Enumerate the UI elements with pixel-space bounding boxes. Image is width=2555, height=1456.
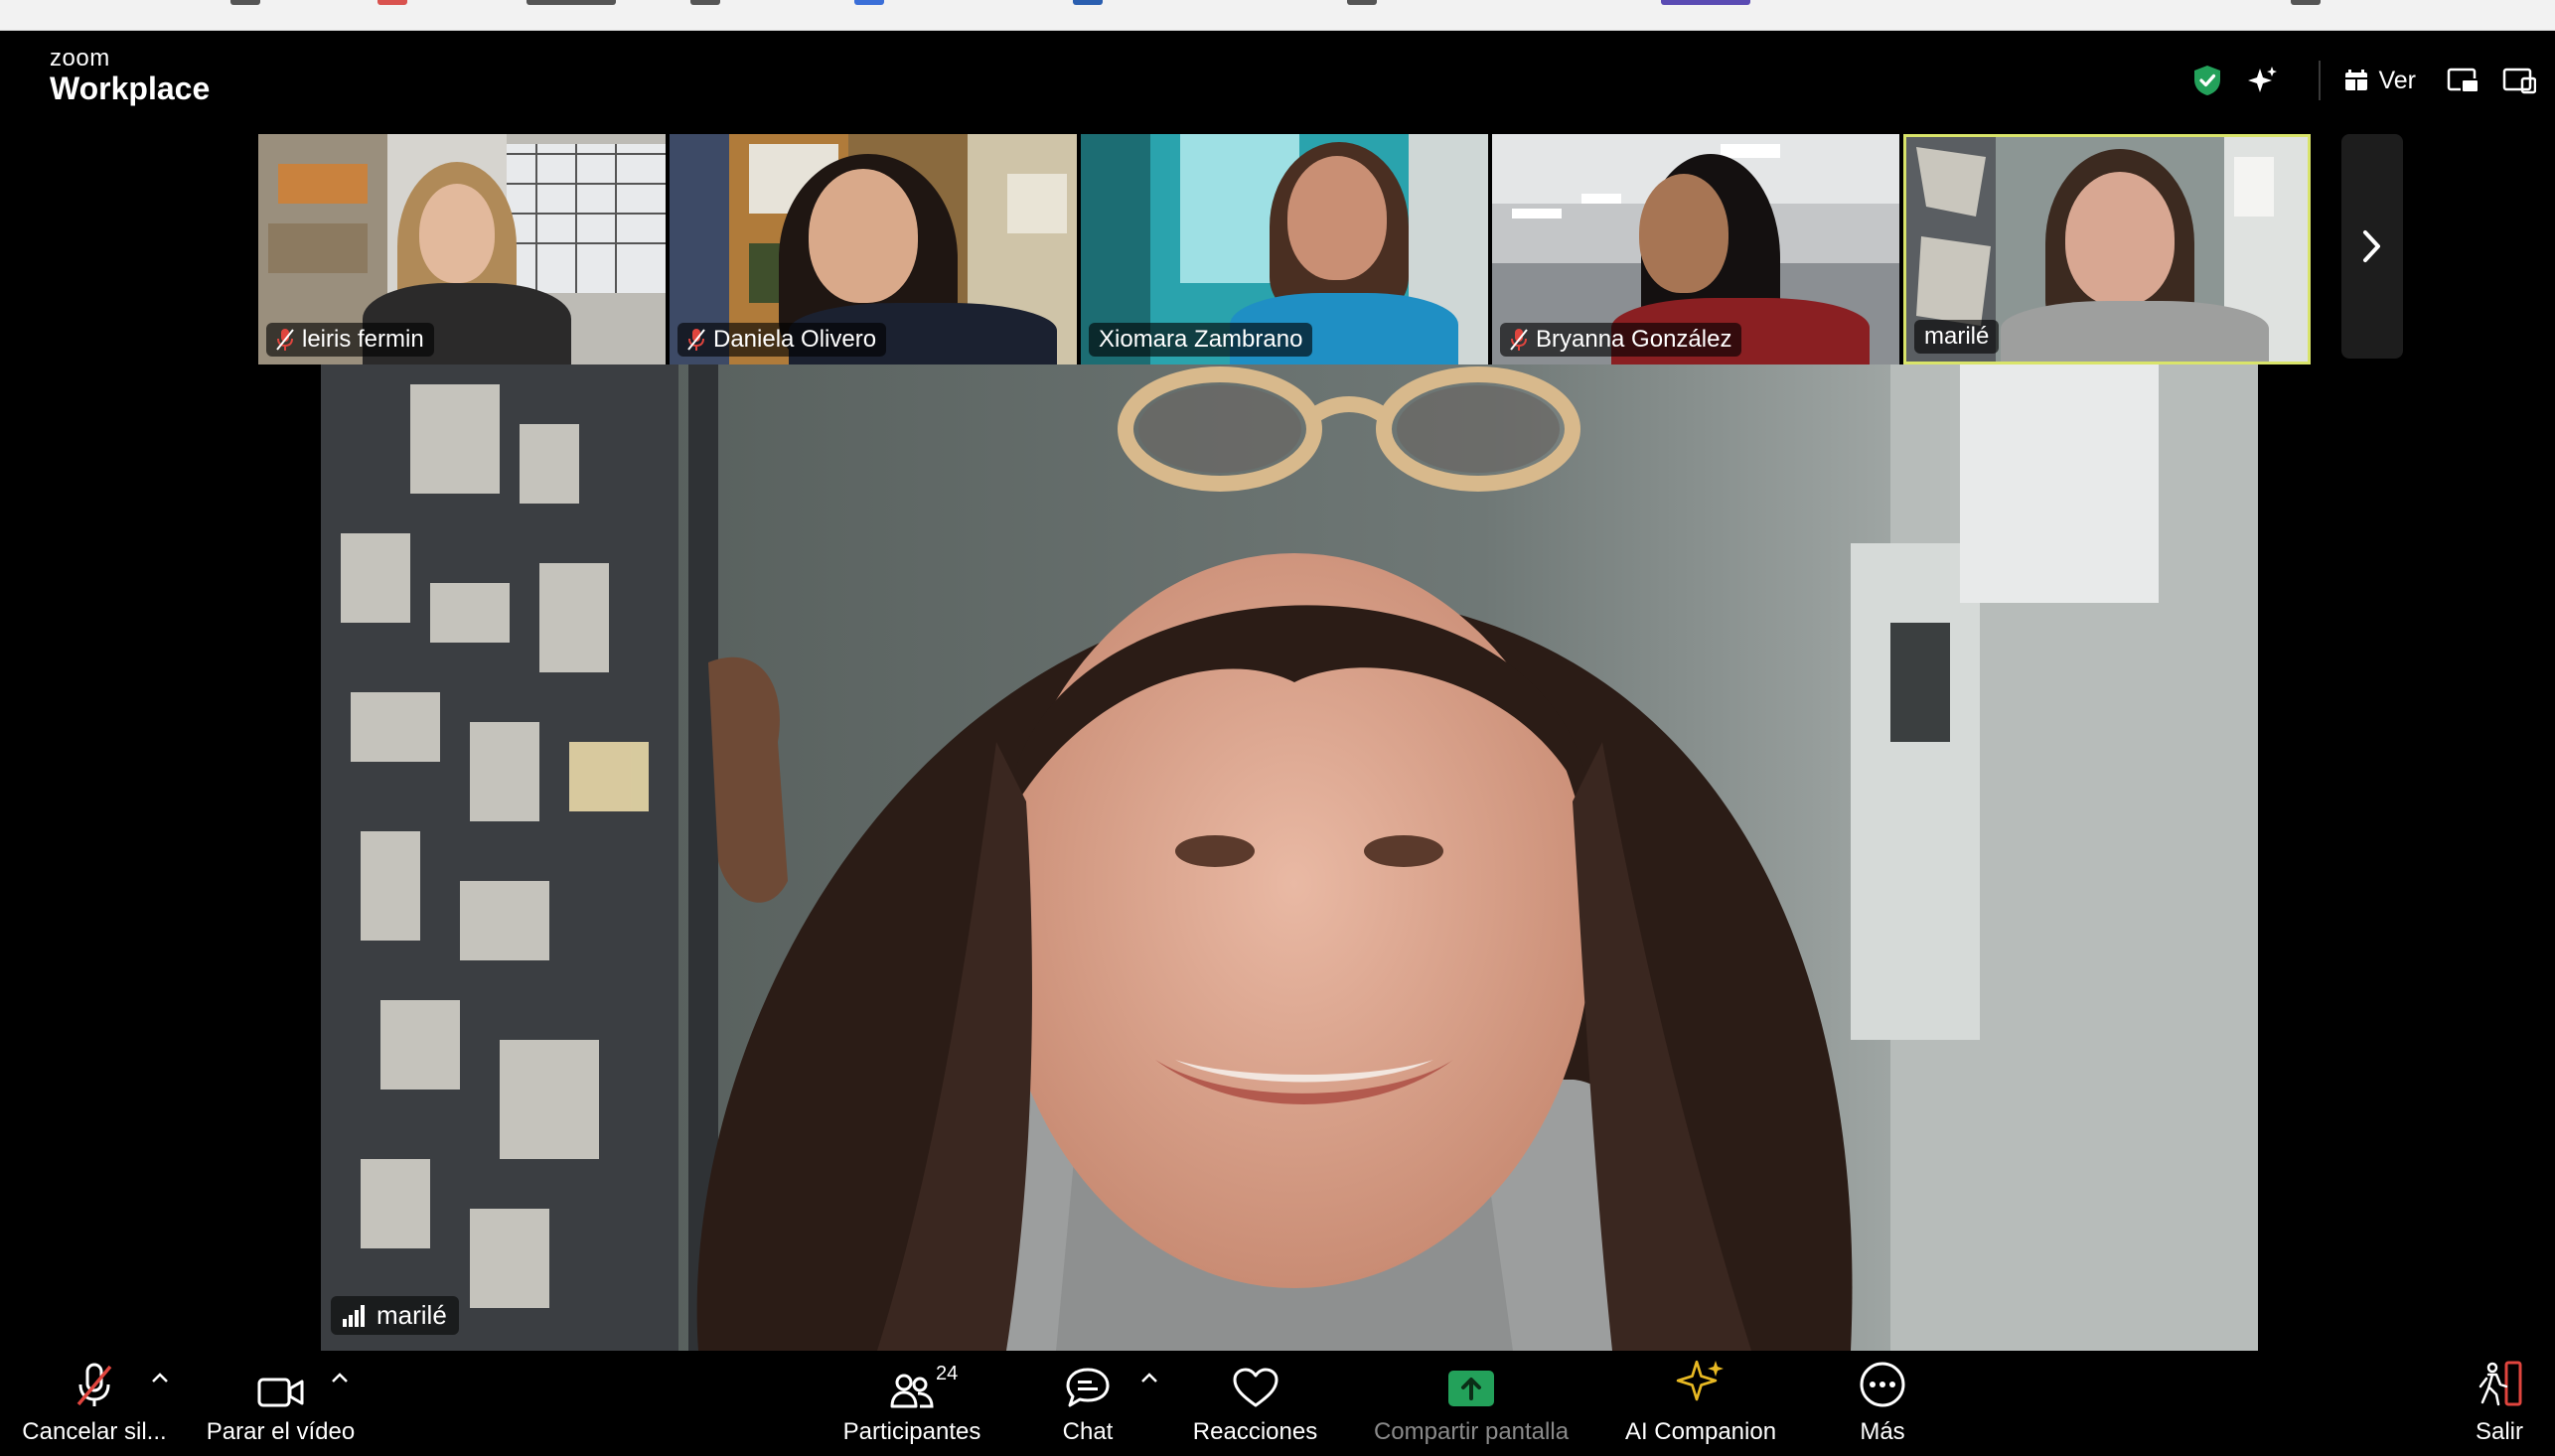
ai-sparkle-icon[interactable] [2243,61,2283,100]
participant-name-label: marilé [1914,320,2000,354]
share-screen-label: Compartir pantalla [1373,1418,1570,1445]
encryption-shield-icon[interactable] [2187,61,2227,100]
reactions-button[interactable]: Reacciones [1188,1351,1322,1456]
leave-meeting-button[interactable]: Salir [2460,1351,2539,1456]
more-label: Más [1860,1418,1905,1445]
chevron-right-icon [2363,230,2380,262]
chat-bubble-icon [1066,1368,1110,1407]
more-button[interactable]: Más [1838,1351,1927,1456]
participant-tile[interactable]: leiris fermin [258,134,666,364]
main-speaker-video: marilé [321,364,2258,1351]
meeting-header: zoom Workplace Ver [0,31,2555,130]
participant-name-label: Daniela Olivero [677,323,887,357]
participants-button[interactable]: Participantes [832,1351,991,1456]
heart-icon [1233,1368,1278,1407]
unmute-label: Cancelar sil... [22,1418,167,1445]
participant-tile-active[interactable]: marilé [1903,134,2311,364]
video-camera-icon [257,1378,303,1407]
chat-button[interactable]: Chat [1053,1351,1123,1456]
meeting-toolbar: Cancelar sil... Parar el vídeo Participa… [0,1351,2555,1456]
ai-companion-sparkle-icon [1676,1360,1724,1401]
participant-name: marilé [1924,323,1990,350]
speaker-name: marilé [376,1300,447,1330]
stop-video-button[interactable]: Parar el vídeo [199,1351,363,1456]
chevron-up-icon [152,1373,168,1383]
unmute-button[interactable]: Cancelar sil... [20,1351,169,1456]
leave-door-icon [2479,1361,2522,1406]
participant-name-label: leiris fermin [266,323,434,357]
participant-name-label: Xiomara Zambrano [1089,323,1313,357]
fullscreen-icon[interactable] [2499,61,2539,100]
browser-bookmarks-bar [0,0,2555,31]
muted-mic-icon [687,329,705,351]
signal-strength-icon [343,1304,365,1327]
ai-companion-button[interactable]: AI Companion [1621,1351,1780,1456]
audio-options-caret[interactable] [151,1371,169,1388]
brand-large: Workplace [50,71,211,106]
participant-tile[interactable]: Daniela Olivero [670,134,1077,364]
muted-microphone-icon [76,1363,112,1406]
chat-label: Chat [1062,1418,1114,1445]
ai-companion-label: AI Companion [1624,1418,1777,1445]
participants-icon [890,1374,934,1408]
stop-video-label: Parar el vídeo [206,1418,356,1445]
leave-label: Salir [2475,1418,2523,1445]
grid-view-icon [2345,70,2368,90]
participant-tile[interactable]: Xiomara Zambrano [1081,134,1488,364]
participant-name: Bryanna González [1536,326,1732,353]
participant-name: leiris fermin [302,326,424,353]
brand-small: zoom [50,45,110,72]
view-button[interactable]: Ver [2344,67,2416,95]
participant-name: Daniela Olivero [713,326,877,353]
participant-tile[interactable]: Bryanna González [1492,134,1899,364]
speaker-name-label: marilé [331,1296,459,1335]
chat-options-caret[interactable] [1140,1371,1158,1388]
reactions-label: Reacciones [1192,1418,1318,1445]
participant-name-label: Bryanna González [1500,323,1742,357]
participants-count: 24 [936,1363,959,1384]
participant-name: Xiomara Zambrano [1099,326,1303,353]
share-screen-button[interactable]: Compartir pantalla [1367,1351,1576,1456]
share-screen-icon [1448,1371,1494,1406]
next-page-button[interactable] [2341,134,2403,359]
chevron-up-icon [332,1373,348,1383]
participants-label: Participantes [842,1418,981,1445]
view-label: Ver [2378,66,2416,94]
muted-mic-icon [1510,329,1528,351]
zoom-workplace-logo: zoom Workplace [50,45,211,106]
chevron-up-icon [1141,1373,1157,1383]
muted-mic-icon [276,329,294,351]
video-options-caret[interactable] [331,1371,349,1388]
participants-gallery-strip: leiris fermin Daniela Olivero Xiomara Za… [258,134,2315,364]
more-options-icon [1860,1362,1905,1407]
picture-in-picture-icon[interactable] [2444,61,2483,100]
header-divider [2319,61,2322,100]
